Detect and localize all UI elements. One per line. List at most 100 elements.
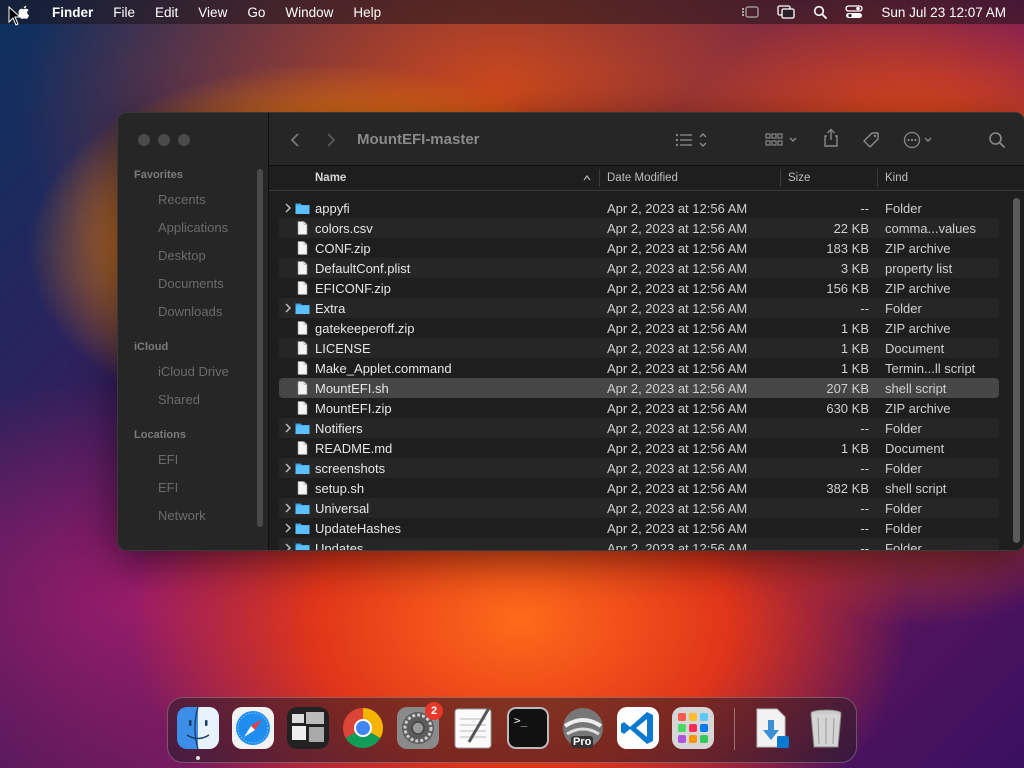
zoom-button[interactable] bbox=[178, 134, 190, 146]
disclosure-chevron-icon[interactable] bbox=[283, 542, 293, 550]
file-row[interactable]: MountEFI.zip Apr 2, 2023 at 12:56 AM 630 K… bbox=[279, 398, 999, 418]
folder-icon bbox=[295, 463, 310, 474]
sort-ascending-icon[interactable] bbox=[582, 174, 592, 182]
file-row[interactable]: colors.csv Apr 2, 2023 at 12:56 AM 22 KB co… bbox=[279, 218, 999, 238]
disclosure-chevron-icon[interactable] bbox=[283, 422, 293, 434]
safari-app-icon[interactable] bbox=[231, 706, 275, 750]
file-row[interactable]: setup.sh Apr 2, 2023 at 12:56 AM 382 KB she… bbox=[279, 478, 999, 498]
file-row[interactable]: Updates Apr 2, 2023 at 12:56 AM -- Folder bbox=[279, 538, 999, 550]
sidebar-item-documents[interactable]: Documents bbox=[158, 276, 224, 291]
search-icon[interactable] bbox=[988, 131, 1006, 149]
forward-chevron-icon[interactable] bbox=[325, 132, 337, 148]
column-date-modified[interactable]: Date Modified bbox=[607, 172, 678, 184]
file-date-modified: Apr 2, 2023 at 12:56 AM bbox=[607, 341, 748, 356]
downloads-stack-icon[interactable] bbox=[749, 706, 793, 750]
share-icon[interactable] bbox=[822, 128, 840, 148]
file-row[interactable]: Extra Apr 2, 2023 at 12:56 AM -- Folder bbox=[279, 298, 999, 318]
file-name: Updates bbox=[315, 541, 364, 550]
file-name: appyfi bbox=[315, 201, 350, 216]
menu-window[interactable]: Window bbox=[275, 5, 343, 20]
column-separator[interactable] bbox=[599, 169, 600, 187]
trash-icon[interactable] bbox=[804, 706, 848, 750]
disclosure-chevron-icon[interactable] bbox=[283, 202, 293, 214]
menu-edit[interactable]: Edit bbox=[145, 5, 188, 20]
chrome-app-icon[interactable] bbox=[341, 706, 385, 750]
file-size: -- bbox=[860, 201, 869, 216]
file-icon bbox=[297, 221, 308, 235]
file-date-modified: Apr 2, 2023 at 12:56 AM bbox=[607, 501, 748, 516]
launchpad-app-icon[interactable] bbox=[671, 706, 715, 750]
file-row[interactable]: DefaultConf.plist Apr 2, 2023 at 12:56 AM… bbox=[279, 258, 999, 278]
menu-file[interactable]: File bbox=[103, 5, 145, 20]
group-icon[interactable] bbox=[765, 131, 805, 149]
sidebar-item-recents[interactable]: Recents bbox=[158, 192, 206, 207]
sidebar-item-downloads[interactable]: Downloads bbox=[158, 304, 222, 319]
file-row[interactable]: README.md Apr 2, 2023 at 12:56 AM 1 KB Docu… bbox=[279, 438, 999, 458]
menu-app-name[interactable]: Finder bbox=[48, 5, 103, 20]
more-actions-icon[interactable] bbox=[903, 130, 939, 150]
sidebar-header-favorites: Favorites bbox=[134, 169, 183, 181]
file-list-scrollbar[interactable] bbox=[1013, 198, 1020, 543]
disclosure-chevron-icon[interactable] bbox=[283, 502, 293, 514]
finder-app-icon[interactable] bbox=[176, 706, 220, 750]
file-row[interactable]: gatekeeperoff.zip Apr 2, 2023 at 12:56 AM… bbox=[279, 318, 999, 338]
file-name: UpdateHashes bbox=[315, 521, 401, 536]
file-row[interactable]: Make_Applet.command Apr 2, 2023 at 12:56 … bbox=[279, 358, 999, 378]
back-chevron-icon[interactable] bbox=[289, 132, 301, 148]
menu-help[interactable]: Help bbox=[343, 5, 391, 20]
file-row[interactable]: Notifiers Apr 2, 2023 at 12:56 AM -- Folder bbox=[279, 418, 999, 438]
screen-mirroring-icon[interactable] bbox=[777, 5, 796, 19]
folder-icon bbox=[295, 303, 310, 314]
svg-text:>_: >_ bbox=[514, 714, 528, 727]
minimize-button[interactable] bbox=[158, 134, 170, 146]
file-icon bbox=[297, 341, 308, 355]
folder-icon bbox=[295, 543, 310, 550]
file-row[interactable]: EFICONF.zip Apr 2, 2023 at 12:56 AM 156 KB… bbox=[279, 278, 999, 298]
mission-control-app-icon[interactable] bbox=[286, 706, 330, 750]
spotlight-search-icon[interactable] bbox=[813, 5, 828, 19]
column-separator[interactable] bbox=[877, 169, 878, 187]
disclosure-chevron-icon[interactable] bbox=[283, 462, 293, 474]
column-separator[interactable] bbox=[780, 169, 781, 187]
sidebar-item-efi-2[interactable]: EFI bbox=[158, 480, 178, 495]
column-name[interactable]: Name bbox=[315, 172, 346, 184]
file-date-modified: Apr 2, 2023 at 12:56 AM bbox=[607, 221, 748, 236]
textedit-app-icon[interactable] bbox=[451, 706, 495, 750]
file-name: README.md bbox=[315, 441, 393, 456]
menu-clock[interactable]: Sun Jul 23 12:07 AM bbox=[881, 5, 1006, 20]
file-row[interactable]: CONF.zip Apr 2, 2023 at 12:56 AM 183 KB ZIP… bbox=[279, 238, 999, 258]
stage-manager-icon[interactable] bbox=[741, 5, 760, 19]
file-date-modified: Apr 2, 2023 at 12:56 AM bbox=[607, 461, 748, 476]
file-size: 1 KB bbox=[840, 341, 869, 356]
sidebar-item-efi-1[interactable]: EFI bbox=[158, 452, 178, 467]
disclosure-chevron-icon[interactable] bbox=[283, 522, 293, 534]
file-size: -- bbox=[860, 421, 869, 436]
file-icon bbox=[297, 281, 308, 295]
sidebar-item-shared[interactable]: Shared bbox=[158, 392, 200, 407]
list-view-icon[interactable] bbox=[675, 131, 715, 149]
file-row[interactable]: UpdateHashes Apr 2, 2023 at 12:56 AM -- Fol… bbox=[279, 518, 999, 538]
file-name: MountEFI.sh bbox=[315, 381, 389, 396]
sidebar-item-network[interactable]: Network bbox=[158, 508, 206, 523]
sidebar-scrollbar[interactable] bbox=[257, 169, 263, 527]
sidebar-item-desktop[interactable]: Desktop bbox=[158, 248, 206, 263]
file-name: screenshots bbox=[315, 461, 386, 476]
menu-go[interactable]: Go bbox=[237, 5, 275, 20]
file-row[interactable]: LICENSE Apr 2, 2023 at 12:56 AM 1 KB Docume… bbox=[279, 338, 999, 358]
column-kind[interactable]: Kind bbox=[885, 172, 908, 184]
tag-icon[interactable] bbox=[861, 130, 881, 150]
file-row[interactable]: screenshots Apr 2, 2023 at 12:56 AM -- Fold… bbox=[279, 458, 999, 478]
file-row[interactable]: MountEFI.sh Apr 2, 2023 at 12:56 AM 207 KB… bbox=[279, 378, 999, 398]
disclosure-chevron-icon[interactable] bbox=[283, 302, 293, 314]
sidebar-item-applications[interactable]: Applications bbox=[158, 220, 228, 235]
column-size[interactable]: Size bbox=[788, 172, 810, 184]
menu-view[interactable]: View bbox=[188, 5, 237, 20]
file-kind: comma...values bbox=[885, 221, 977, 236]
file-row[interactable]: appyfi Apr 2, 2023 at 12:56 AM -- Folder bbox=[279, 198, 999, 218]
terminal-app-icon[interactable]: >_ bbox=[506, 706, 550, 750]
sidebar-item-icloud-drive[interactable]: iCloud Drive bbox=[158, 364, 229, 379]
file-row[interactable]: Universal Apr 2, 2023 at 12:56 AM -- Folder bbox=[279, 498, 999, 518]
close-button[interactable] bbox=[138, 134, 150, 146]
vscode-app-icon[interactable] bbox=[616, 706, 660, 750]
control-center-icon[interactable] bbox=[845, 5, 864, 19]
